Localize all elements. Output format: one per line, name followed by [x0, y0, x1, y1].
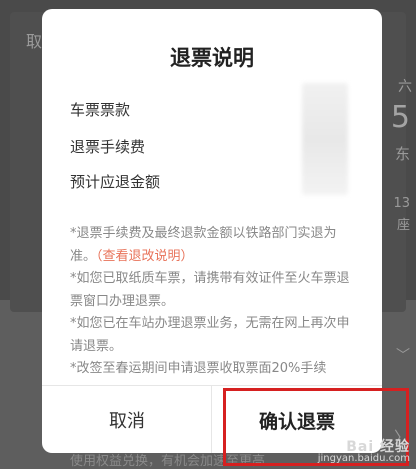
cancel-button[interactable]: 取消	[42, 386, 212, 453]
watermark-url: jingyan.baidu.com	[317, 453, 410, 464]
refund-info-dialog: 退票说明 车票票款 退票手续费 预计应退金额 *退票手续费及最终退款金额以铁路部…	[42, 9, 382, 453]
ticket-fare-label: 车票票款	[70, 101, 131, 119]
background-weekday: 六	[398, 79, 412, 95]
view-refund-policy-link[interactable]: （查看退改说明）	[96, 249, 194, 264]
note-4: *改签至春运期间申请退票收取票面20%手续	[70, 361, 327, 376]
background-station: 东	[394, 145, 410, 163]
dialog-title: 退票说明	[170, 46, 254, 70]
refund-notes: *退票手续费及最终退款金额以铁路部门实退为准。（查看退改说明） *如您已取纸质车…	[70, 223, 360, 381]
background-time-digit: 5	[390, 100, 410, 135]
expected-refund-label: 预计应退金额	[70, 173, 161, 191]
note-1: *退票手续费及最终退款金额以铁路部门实退为准。（查看退改说明）	[70, 226, 337, 264]
blurred-amounts	[302, 83, 348, 195]
background-seat: 座	[396, 218, 410, 233]
refund-fee-label: 退票手续费	[70, 138, 146, 156]
note-3: *如您已在车站办理退票业务，无需在网上再次申请退票。	[70, 316, 350, 354]
background-number: 13	[393, 196, 410, 211]
background-left-text: 取	[26, 32, 43, 51]
note-2: *如您已取纸质车票，请携带有效证件至火车票退票窗口办理退票。	[70, 271, 350, 309]
chevron-down-icon: ﹀	[396, 348, 410, 364]
watermark: Bai 经验 jingyan.baidu.com	[317, 439, 410, 465]
watermark-logo: Bai 经验	[346, 439, 410, 455]
